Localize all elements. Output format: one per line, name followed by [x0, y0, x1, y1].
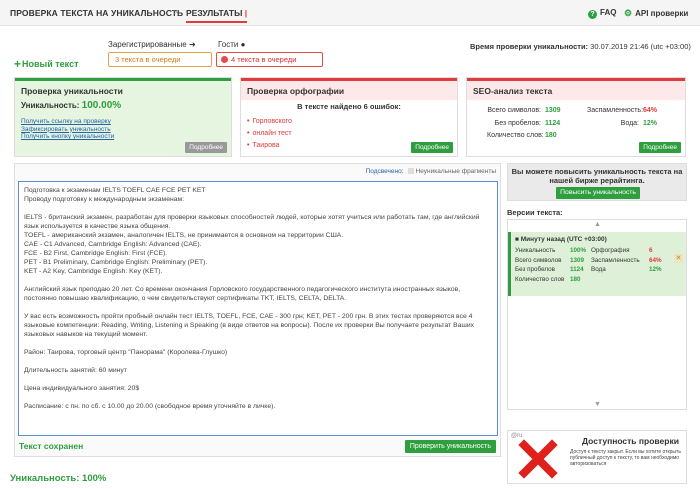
- version-item[interactable]: ■ Минуту назад (UTC +03:00) Уникальность…: [508, 232, 686, 296]
- seo-stat: Вода: 12%: [620, 119, 658, 127]
- seo-panel-title: SEO-анализ текста: [467, 78, 685, 100]
- text-paragraph: IELTS - британский экзамен, разработан д…: [24, 214, 480, 275]
- version-title: ■ Минуту назад (UTC +03:00): [515, 236, 607, 243]
- seo-stat: Заспамленность:64%: [587, 107, 658, 114]
- uniqueness-panel-title: Проверка уникальности: [15, 78, 231, 100]
- text-paragraph: У вас есть возможность пройти пробный он…: [24, 313, 475, 338]
- ad-text: Доступ к тексту закрыт. Если вы хотите о…: [570, 449, 681, 467]
- tab-active-marker: |: [244, 8, 248, 18]
- registered-queue: 3 текста в очереди: [108, 52, 212, 67]
- versions-list[interactable]: ▲ ■ Минуту назад (UTC +03:00) Уникальнос…: [507, 219, 687, 410]
- seo-stat: Количество слов:180: [487, 132, 557, 139]
- delete-version-icon[interactable]: ✕: [674, 254, 683, 263]
- seo-stat: Всего символов: 1309: [487, 107, 561, 114]
- spelling-error: • онлайн тест: [247, 130, 292, 137]
- tab-check-text[interactable]: ПРОВЕРКА ТЕКСТА НА УНИКАЛЬНОСТЬ: [10, 8, 183, 18]
- new-text-button[interactable]: +Новый текст: [14, 57, 78, 71]
- seo-more-button[interactable]: Подробнее: [639, 142, 681, 153]
- promo-text: Вы можете повысить уникальность текста н…: [511, 167, 683, 185]
- version-stats-left: Уникальность 100% Всего символов 1309 Без …: [515, 247, 587, 283]
- spelling-more-button[interactable]: Подробнее: [411, 142, 453, 153]
- new-text-label: Новый текст: [22, 59, 79, 69]
- increase-uniqueness-button[interactable]: Повысить уникальность: [556, 187, 640, 199]
- faq-label: FAQ: [600, 8, 617, 17]
- spelling-error: • Горловского: [247, 118, 292, 125]
- versions-title: Версии текста:: [507, 208, 563, 217]
- gear-icon: ⚙: [624, 8, 633, 18]
- text-paragraph: Английский язык преподаю 20 лет. Со врем…: [24, 286, 461, 302]
- save-status: Текст сохранен: [19, 441, 84, 451]
- registered-label: Зарегистрированные ➜: [108, 40, 196, 49]
- get-check-link[interactable]: Получить ссылку на проверку: [21, 118, 114, 126]
- ad-title: Доступность проверки: [582, 436, 679, 446]
- guests-queue: 4 текста в очереди: [216, 52, 323, 67]
- check-time: Время проверки уникальности: 30.07.2019 …: [470, 42, 691, 51]
- login-icon: ➜: [188, 40, 196, 49]
- text-paragraph: Длительность занятий: 60 минут: [24, 367, 127, 374]
- rewrite-promo: Вы можете повысить уникальность текста н…: [507, 163, 687, 201]
- question-icon: ?: [588, 10, 597, 19]
- top-bar: ПРОВЕРКА ТЕКСТА НА УНИКАЛЬНОСТЬ > РЕЗУЛЬ…: [0, 0, 700, 26]
- scroll-down-icon[interactable]: ▼: [594, 401, 601, 408]
- get-uniqueness-button-link[interactable]: Получить кнопку уникальности: [21, 133, 114, 141]
- scroll-up-icon[interactable]: ▲: [594, 221, 601, 228]
- legend-swatch: [407, 168, 414, 174]
- text-paragraph: Цена индивидуального занятия: 20$: [24, 385, 140, 392]
- spelling-error: • Таирова: [247, 142, 280, 149]
- spelling-panel: Проверка орфографии В тексте найдено 6 о…: [240, 77, 458, 157]
- tab-results[interactable]: РЕЗУЛЬТАТЫ |: [186, 8, 248, 23]
- breadcrumb-separator: >: [173, 8, 178, 17]
- check-time-value: 30.07.2019 21:46 (utc +03:00): [590, 42, 691, 51]
- text-paragraph: Расписание: с пн. по сб. с 10.00 до 20.0…: [24, 403, 276, 410]
- seo-stat: Без пробелов: 1124: [494, 119, 561, 127]
- text-input[interactable]: Подготовка к экзаменам IELTS TOEFL CAE F…: [18, 181, 498, 436]
- faq-link[interactable]: ? FAQ: [588, 8, 616, 19]
- spelling-panel-title: Проверка орфографии: [241, 78, 457, 100]
- seo-panel: SEO-анализ текста Всего символов: 1309 Бе…: [466, 77, 686, 157]
- uniqueness-more-button[interactable]: Подробнее: [185, 142, 227, 153]
- text-paragraph: Район: Таирова, торговый центр "Панорама…: [24, 349, 228, 356]
- guests-label: Гости ●: [218, 40, 246, 49]
- text-editor-panel: Подсвечено: Неуникальные фрагменты Подгот…: [14, 163, 501, 457]
- text-paragraph: Подготовка к экзаменам IELTS TOEFL CAE F…: [24, 187, 206, 203]
- highlight-legend: Подсвечено: Неуникальные фрагменты: [365, 168, 496, 175]
- api-link[interactable]: ⚙ API проверки: [624, 8, 688, 19]
- fix-uniqueness-link[interactable]: Зафиксировать уникальность: [21, 126, 114, 134]
- plus-icon: +: [14, 57, 22, 71]
- uniqueness-panel: Проверка уникальности Уникальность: 100.…: [14, 77, 232, 157]
- spelling-found: В тексте найдено 6 ошибок:: [297, 102, 401, 111]
- uniqueness-value: Уникальность: 100.00%: [21, 100, 122, 111]
- access-ad[interactable]: @ru Доступность проверки Доступ к тексту…: [507, 430, 687, 484]
- check-uniqueness-button[interactable]: Проверить уникальность: [404, 440, 496, 453]
- cross-icon: [518, 439, 558, 479]
- version-stats-right: Орфография 6 Заспамленность 64% Вода 12%: [591, 247, 662, 273]
- tab-results-label: РЕЗУЛЬТАТЫ: [186, 8, 243, 18]
- alert-icon: [221, 56, 228, 63]
- user-icon: ●: [240, 40, 246, 49]
- final-uniqueness: Уникальность: 100%: [10, 473, 107, 484]
- api-label: API проверки: [635, 9, 689, 18]
